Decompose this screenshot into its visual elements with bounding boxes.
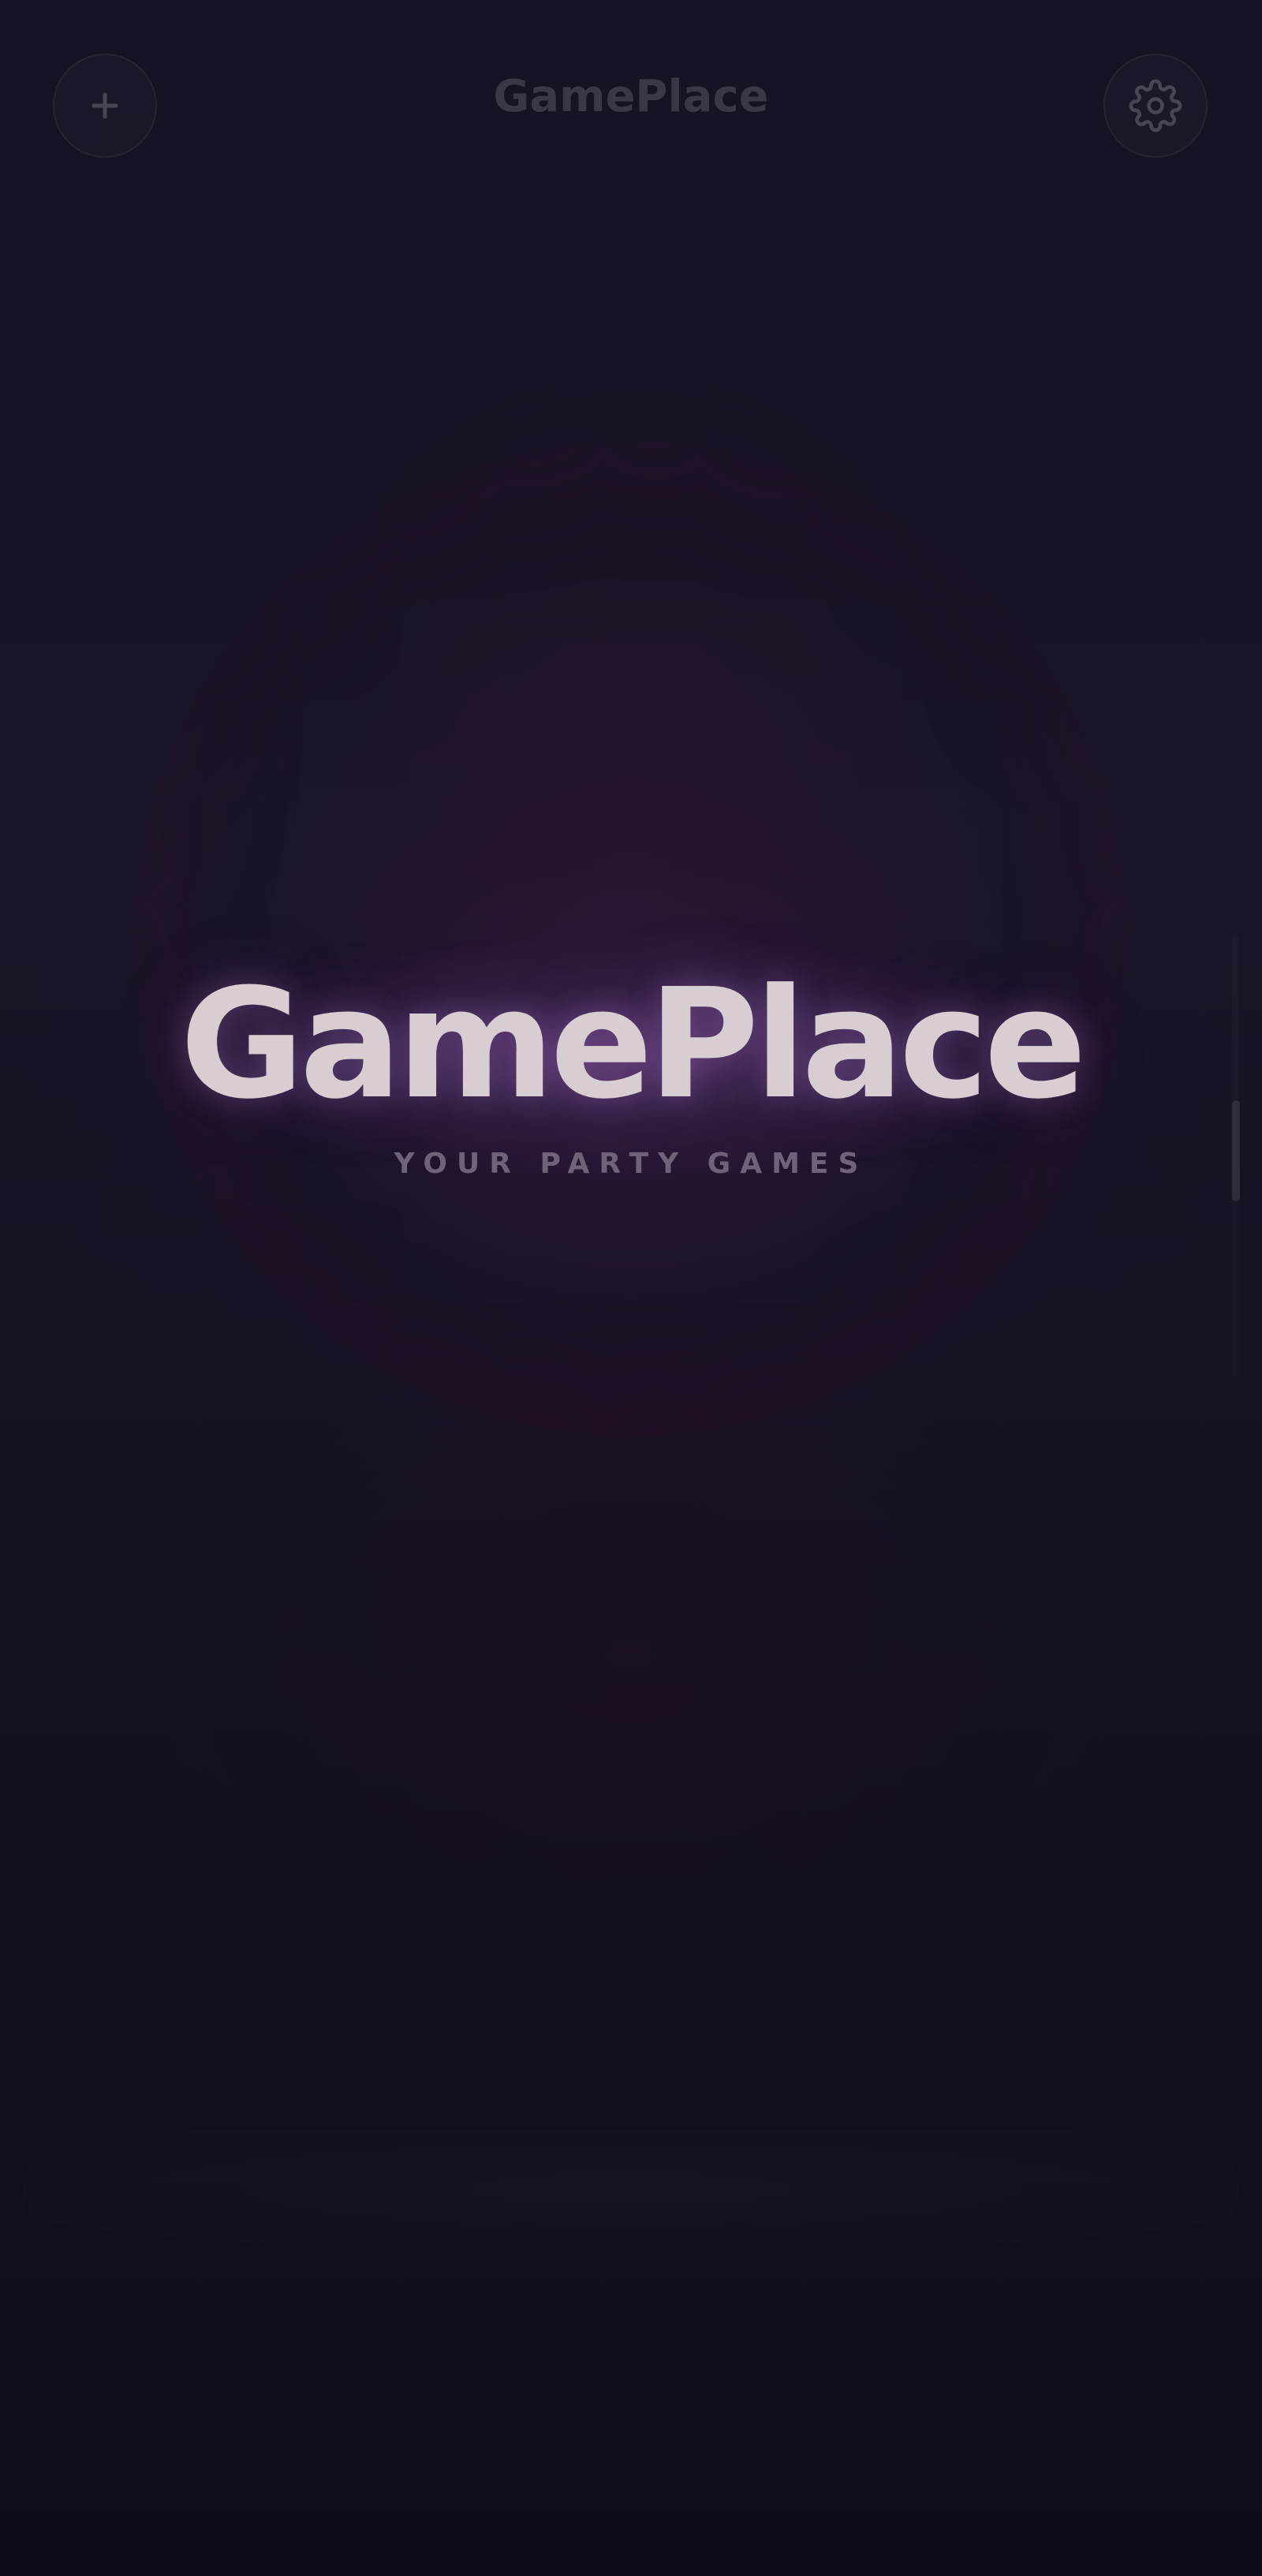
- hero-title: GamePlace: [180, 957, 1087, 1133]
- header-title: GamePlace: [493, 71, 769, 122]
- scrollbar-thumb[interactable]: [1232, 1100, 1240, 1201]
- settings-button[interactable]: [1103, 54, 1208, 158]
- bottom-panel: [24, 2130, 1238, 2248]
- gear-icon: [1129, 79, 1182, 133]
- hero-subtitle: YOUR PARTY GAMES: [394, 1148, 868, 1180]
